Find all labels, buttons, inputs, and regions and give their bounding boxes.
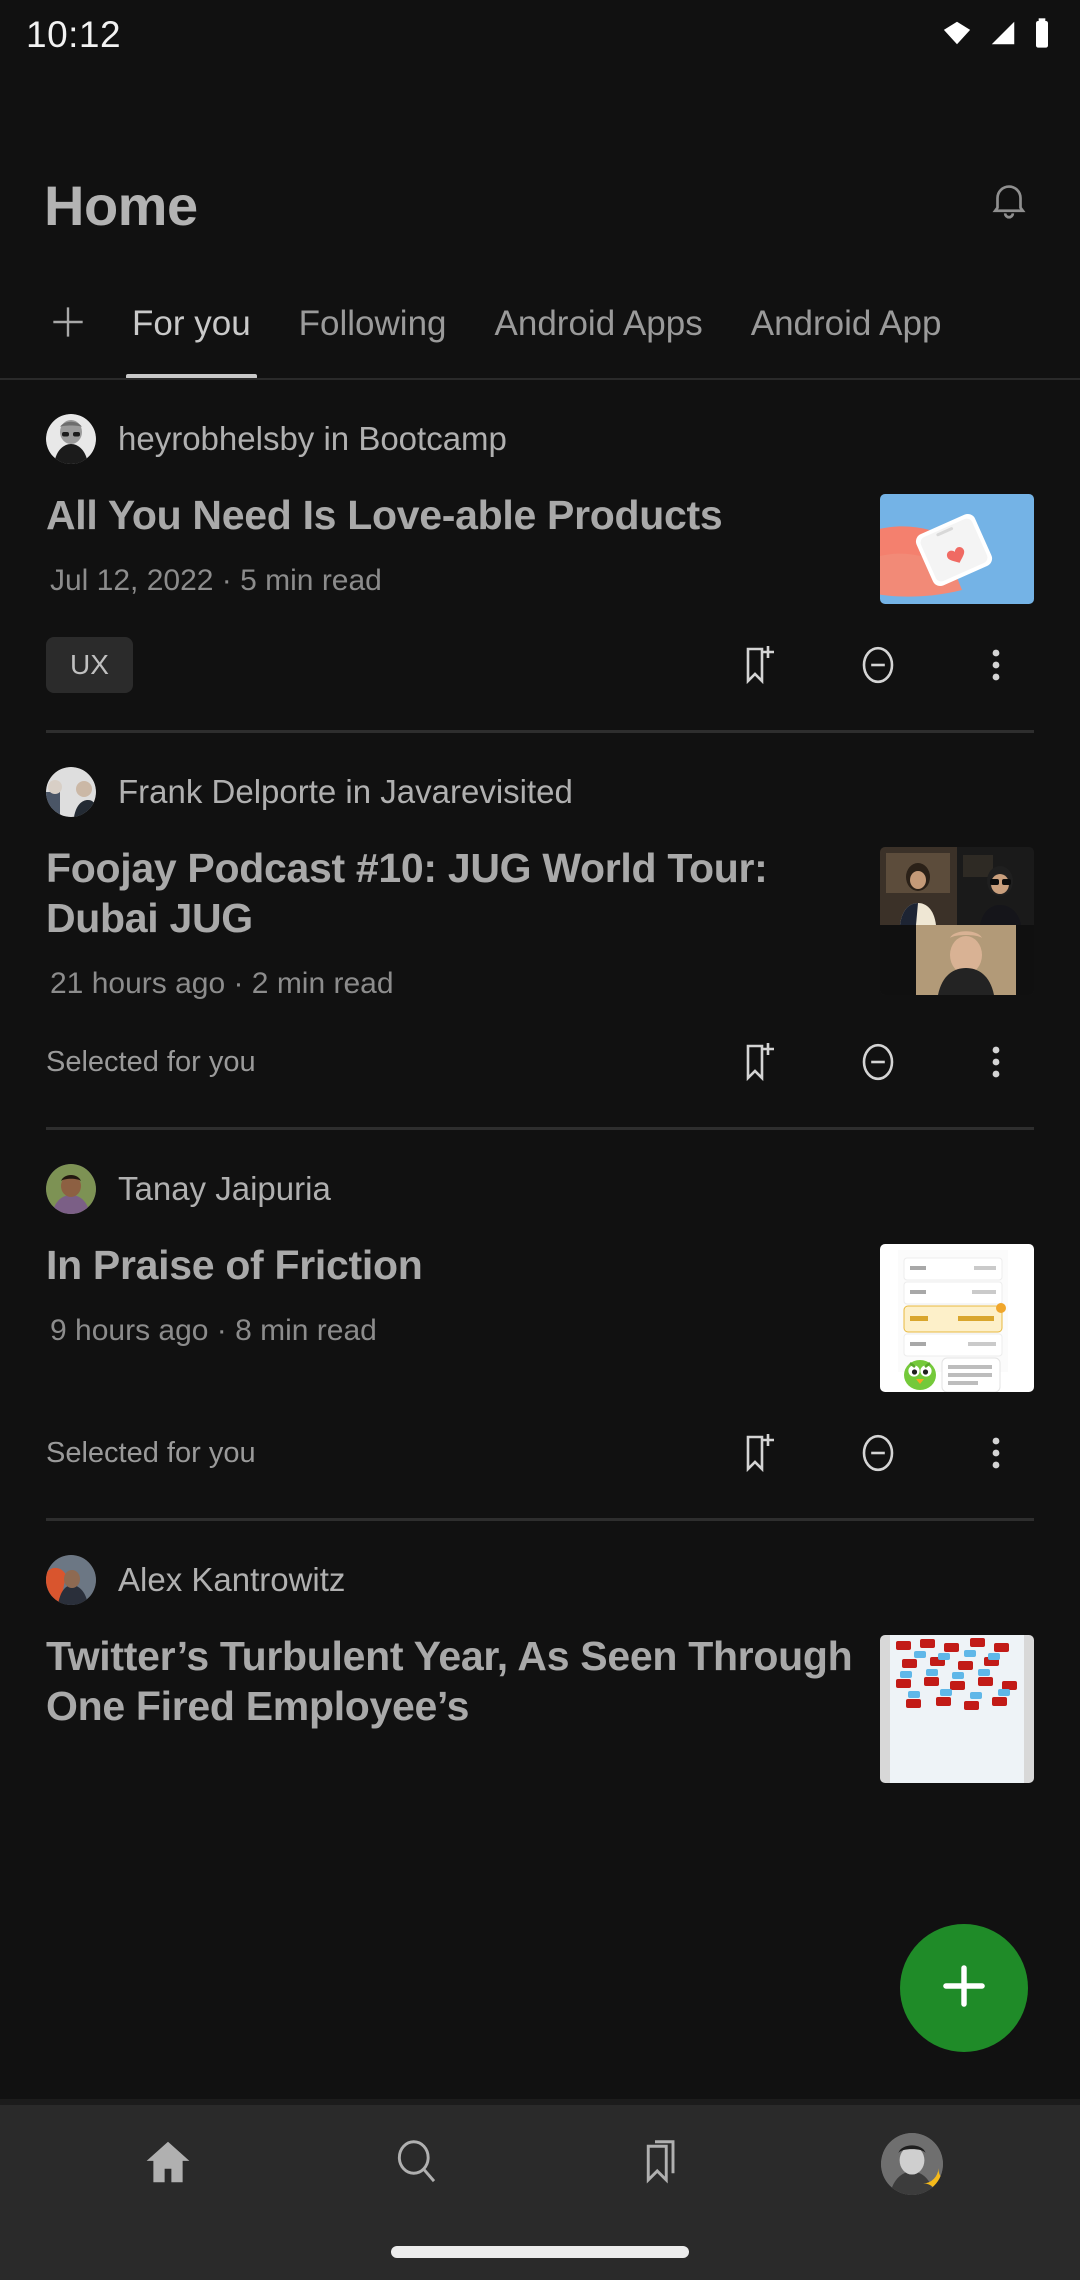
bell-icon bbox=[986, 185, 1032, 227]
byline[interactable]: Tanay Jaipuria bbox=[46, 1164, 1034, 1215]
nav-item-library[interactable] bbox=[604, 2105, 724, 2223]
byline-text: Frank Delporte in Javarevisited bbox=[118, 773, 573, 810]
article-thumbnail bbox=[880, 494, 1034, 604]
article-thumbnail bbox=[880, 1635, 1034, 1784]
card-text: Foojay Podcast #10: JUG World Tour: Duba… bbox=[46, 843, 854, 1001]
article-meta: Jul 12, 2022 · 5 min read bbox=[50, 564, 382, 598]
battery-icon bbox=[1032, 17, 1052, 54]
avatar bbox=[46, 1555, 96, 1606]
card-actions: UX bbox=[46, 626, 1034, 704]
card-body: Foojay Podcast #10: JUG World Tour: Duba… bbox=[46, 843, 1034, 1001]
tab-label: For you bbox=[132, 304, 251, 343]
byline[interactable]: heyrobhelsby in Bootcamp bbox=[46, 414, 1034, 464]
tab-for-you[interactable]: For you bbox=[108, 270, 275, 378]
avatar bbox=[46, 414, 96, 464]
tab-following[interactable]: Following bbox=[275, 270, 471, 378]
article-title: Foojay Podcast #10: JUG World Tour: Duba… bbox=[46, 845, 768, 942]
article-feed: heyrobhelsby in Bootcamp All You Need Is… bbox=[0, 380, 1080, 1784]
topic-tag[interactable]: UX bbox=[46, 637, 133, 693]
feed-card[interactable]: Tanay Jaipuria In Praise of Friction 9 h… bbox=[0, 1130, 1080, 1522]
star-badge: ✦ bbox=[921, 2163, 943, 2195]
selected-for-you-label: Selected for you bbox=[46, 1436, 256, 1469]
tab-android-apps[interactable]: Android Apps bbox=[471, 270, 727, 378]
tab-label: Android Apps bbox=[494, 304, 703, 343]
create-story-fab[interactable] bbox=[900, 1924, 1028, 2052]
wifi-icon bbox=[940, 18, 974, 53]
article-thumbnail bbox=[880, 1244, 1034, 1393]
tab-label: Android App bbox=[750, 304, 942, 343]
page-title: Home bbox=[44, 174, 198, 237]
byline-text: Alex Kantrowitz bbox=[118, 1561, 346, 1599]
bookmark-add-button[interactable] bbox=[732, 1425, 788, 1481]
avatar bbox=[46, 1164, 96, 1215]
more-options-button[interactable] bbox=[968, 637, 1024, 693]
notifications-button[interactable] bbox=[980, 171, 1038, 234]
selected-for-you-label: Selected for you bbox=[46, 1045, 256, 1078]
byline-text: Tanay Jaipuria bbox=[118, 1170, 331, 1208]
status-bar: 10:12 bbox=[0, 0, 1080, 70]
article-meta: 21 hours ago · 2 min read bbox=[50, 967, 394, 1001]
byline[interactable]: Alex Kantrowitz bbox=[46, 1555, 1034, 1606]
card-body: Twitter’s Turbulent Year, As Seen Throug… bbox=[46, 1631, 1034, 1784]
article-title: All You Need Is Love-able Products bbox=[46, 492, 723, 538]
action-icons bbox=[732, 1034, 1034, 1090]
plus-icon bbox=[46, 300, 90, 349]
hide-story-button[interactable] bbox=[850, 1425, 906, 1481]
feed-card[interactable]: Frank Delporte in Javarevisited Foojay P… bbox=[0, 733, 1080, 1131]
home-gesture-indicator[interactable] bbox=[391, 2246, 689, 2258]
card-text: Twitter’s Turbulent Year, As Seen Throug… bbox=[46, 1631, 854, 1755]
status-time: 10:12 bbox=[26, 14, 122, 55]
tab-android-app-overflow[interactable]: Android App bbox=[727, 270, 966, 378]
byline-text: heyrobhelsby in Bootcamp bbox=[118, 420, 507, 457]
card-actions: Selected for you bbox=[46, 1023, 1034, 1101]
card-text: In Praise of Friction 9 hours ago · 8 mi… bbox=[46, 1240, 854, 1348]
hide-story-button[interactable] bbox=[850, 637, 906, 693]
bookmark-add-button[interactable] bbox=[732, 1034, 788, 1090]
profile-avatar-icon: ✦ bbox=[881, 2133, 943, 2195]
card-body: All You Need Is Love-able Products Jul 1… bbox=[46, 490, 1034, 604]
cell-signal-icon bbox=[987, 18, 1019, 53]
tab-label: Following bbox=[298, 304, 447, 343]
bookmarks-icon bbox=[637, 2135, 691, 2194]
bookmark-add-button[interactable] bbox=[732, 637, 788, 693]
action-icons bbox=[732, 637, 1034, 693]
bottom-nav-items: ✦ bbox=[0, 2105, 1080, 2223]
feed-card[interactable]: heyrobhelsby in Bootcamp All You Need Is… bbox=[0, 380, 1080, 733]
status-icons bbox=[940, 17, 1052, 54]
byline[interactable]: Frank Delporte in Javarevisited bbox=[46, 767, 1034, 817]
add-topic-button[interactable] bbox=[46, 300, 108, 349]
article-thumbnail bbox=[880, 847, 1034, 995]
bottom-navigation: ✦ bbox=[0, 2105, 1080, 2280]
app-header: Home bbox=[0, 70, 1080, 270]
nav-item-home[interactable] bbox=[108, 2105, 228, 2223]
home-icon bbox=[141, 2135, 195, 2194]
action-icons bbox=[732, 1425, 1034, 1481]
feed-card[interactable]: Alex Kantrowitz Twitter’s Turbulent Year… bbox=[0, 1521, 1080, 1784]
article-title: In Praise of Friction bbox=[46, 1242, 423, 1289]
more-options-button[interactable] bbox=[968, 1425, 1024, 1481]
article-meta: 9 hours ago · 8 min read bbox=[50, 1314, 377, 1348]
avatar bbox=[46, 767, 96, 817]
card-actions: Selected for you bbox=[46, 1414, 1034, 1492]
article-title: Twitter’s Turbulent Year, As Seen Throug… bbox=[46, 1633, 853, 1730]
nav-item-search[interactable] bbox=[356, 2105, 476, 2223]
hide-story-button[interactable] bbox=[850, 1034, 906, 1090]
more-options-button[interactable] bbox=[968, 1034, 1024, 1090]
search-icon bbox=[389, 2135, 443, 2194]
app-screen: 10:12 Home For you Following Android App… bbox=[0, 0, 1080, 2280]
feed-tab-bar[interactable]: For you Following Android Apps Android A… bbox=[0, 270, 1080, 380]
plus-icon bbox=[933, 1955, 995, 2022]
nav-item-profile[interactable]: ✦ bbox=[852, 2105, 972, 2223]
card-body: In Praise of Friction 9 hours ago · 8 mi… bbox=[46, 1240, 1034, 1393]
card-text: All You Need Is Love-able Products Jul 1… bbox=[46, 490, 854, 598]
